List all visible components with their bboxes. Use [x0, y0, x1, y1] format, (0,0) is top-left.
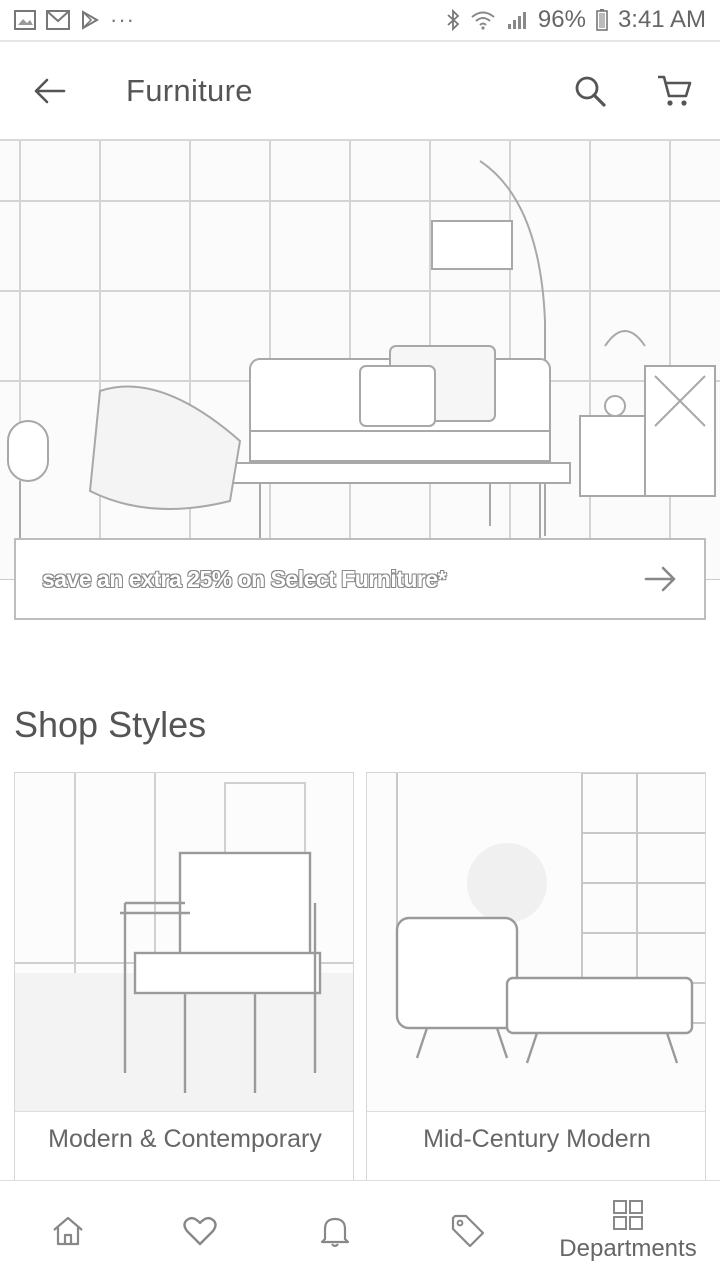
style-card-modern-contemporary[interactable]: Modern & Contemporary — [14, 772, 354, 1192]
heart-icon — [182, 1215, 218, 1247]
app-bar-actions — [562, 63, 702, 119]
nav-deals[interactable] — [436, 1181, 500, 1281]
hero-living-room-image — [0, 141, 720, 579]
signal-icon — [506, 10, 528, 30]
nav-favorites[interactable] — [168, 1181, 232, 1281]
back-button[interactable] — [18, 59, 82, 123]
bottom-nav: Departments — [0, 1180, 720, 1280]
promo-text: save an extra 25% on Select Furniture* — [42, 565, 447, 592]
hero-banner[interactable] — [0, 141, 720, 580]
wifi-icon — [470, 10, 496, 30]
tag-icon — [450, 1213, 486, 1249]
bell-icon — [319, 1214, 351, 1248]
arrow-right-icon[interactable] — [644, 564, 678, 594]
nav-home[interactable] — [36, 1181, 100, 1281]
nav-notifications[interactable] — [303, 1181, 367, 1281]
mid-century-modern-image — [367, 773, 705, 1112]
status-notifications: ··· — [14, 7, 135, 33]
cart-icon — [656, 74, 692, 108]
search-button[interactable] — [562, 63, 618, 119]
card-label: Mid-Century Modern — [423, 1125, 651, 1153]
modern-contemporary-image — [15, 773, 353, 1112]
nav-departments-label: Departments — [559, 1235, 697, 1262]
image-notification-icon — [14, 10, 36, 30]
clock: 3:41 AM — [617, 6, 706, 33]
card-label: Modern & Contemporary — [48, 1125, 322, 1153]
nav-departments[interactable]: Departments — [546, 1181, 710, 1281]
cart-button[interactable] — [646, 63, 702, 119]
back-arrow-icon — [34, 77, 66, 105]
grid-icon — [612, 1199, 644, 1231]
promo-banner[interactable]: save an extra 25% on Select Furniture* — [14, 538, 706, 620]
more-notifications: ··· — [110, 7, 135, 32]
style-card-mid-century-modern[interactable]: Mid-Century Modern — [366, 772, 706, 1192]
shop-styles-title: Shop Styles — [14, 704, 207, 745]
play-store-icon — [80, 10, 100, 30]
bluetooth-icon — [446, 9, 460, 31]
status-system: 96% 3:41 AM — [446, 6, 706, 34]
home-icon — [51, 1215, 85, 1247]
battery-icon — [596, 9, 608, 31]
search-icon — [574, 75, 606, 107]
battery-percent: 96% — [537, 6, 586, 33]
gmail-icon — [46, 10, 70, 30]
page-title: Furniture — [126, 73, 253, 108]
app-bar: Furniture — [0, 42, 720, 140]
status-bar: ··· 96% 3:41 AM — [0, 0, 720, 40]
